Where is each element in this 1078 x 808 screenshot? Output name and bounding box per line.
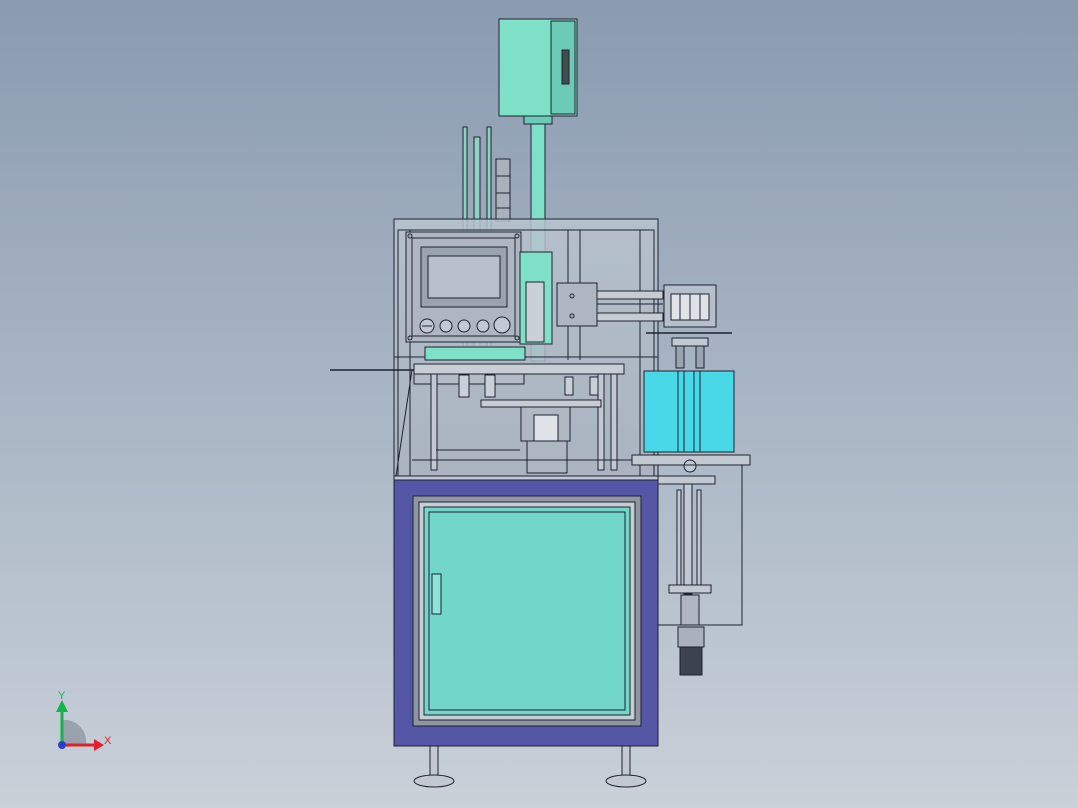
lift-motor xyxy=(677,626,705,676)
reset-button-icon[interactable] xyxy=(476,319,490,333)
hmi-touchscreen[interactable] xyxy=(420,246,508,308)
start-button-icon[interactable] xyxy=(439,319,453,333)
signal-lamp-tower xyxy=(495,158,511,222)
axis-label-x: X xyxy=(104,735,112,747)
top-electrical-box xyxy=(498,18,578,117)
cyan-cylinder-housing xyxy=(643,370,735,453)
axis-label-y: Y xyxy=(58,690,66,702)
cad-viewport[interactable]: Y X xyxy=(0,0,1078,808)
vertical-slide-bracket xyxy=(519,251,553,345)
work-plate xyxy=(413,363,625,375)
door-handle[interactable] xyxy=(431,573,442,615)
stop-button-icon[interactable] xyxy=(457,319,471,333)
selector-switch-icon[interactable] xyxy=(493,316,511,334)
cabinet-door[interactable] xyxy=(412,495,642,727)
panel-mount-bar xyxy=(424,346,526,361)
